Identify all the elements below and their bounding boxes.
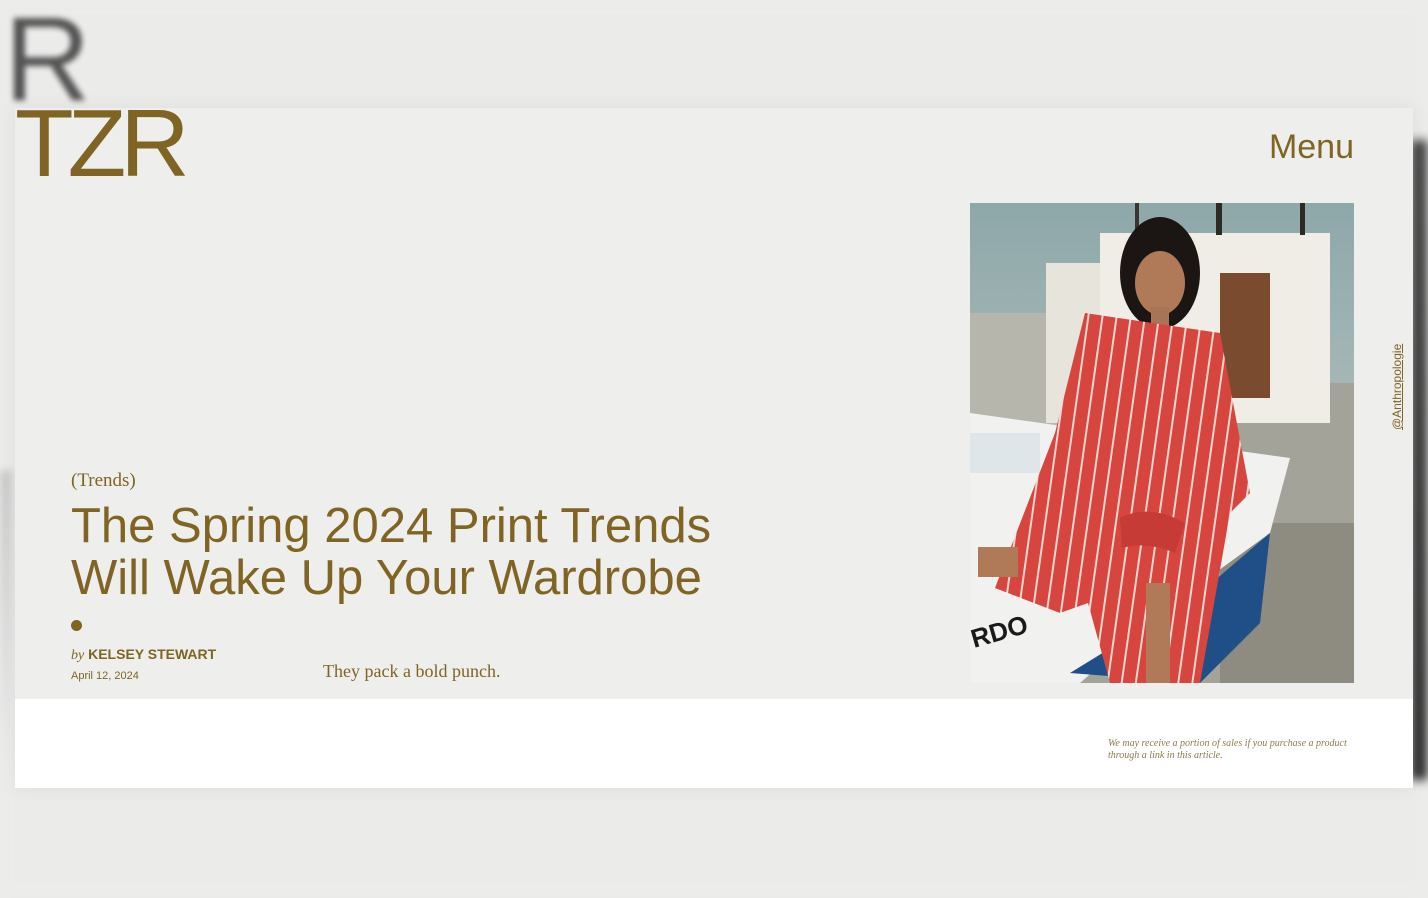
author-link[interactable]: KELSEY STEWART bbox=[88, 646, 216, 662]
background-disclaimer-blur bbox=[1288, 826, 1428, 866]
byline-prefix: by bbox=[71, 648, 85, 663]
photo-credit-link[interactable]: @Anthropologie bbox=[1390, 344, 1404, 430]
article-dek: They pack a bold punch. bbox=[323, 661, 501, 681]
background-left-blur bbox=[0, 470, 12, 770]
hero-image-illustration: RDO bbox=[970, 203, 1354, 683]
article-category[interactable]: (Trends) bbox=[71, 470, 136, 492]
article-title: The Spring 2024 Print Trends Will Wake U… bbox=[71, 499, 712, 605]
article-hero: TZR Menu (Trends) The Spring 2024 Print … bbox=[15, 96, 1413, 788]
hero-image: RDO bbox=[970, 203, 1354, 683]
menu-button[interactable]: Menu bbox=[1269, 128, 1354, 167]
byline-dot-icon bbox=[71, 620, 82, 631]
affiliate-disclaimer: We may receive a portion of sales if you… bbox=[1108, 738, 1347, 761]
site-logo[interactable]: TZR bbox=[15, 96, 190, 192]
byline: by KELSEY STEWART bbox=[71, 646, 216, 664]
publish-date: April 12, 2024 bbox=[71, 670, 139, 682]
